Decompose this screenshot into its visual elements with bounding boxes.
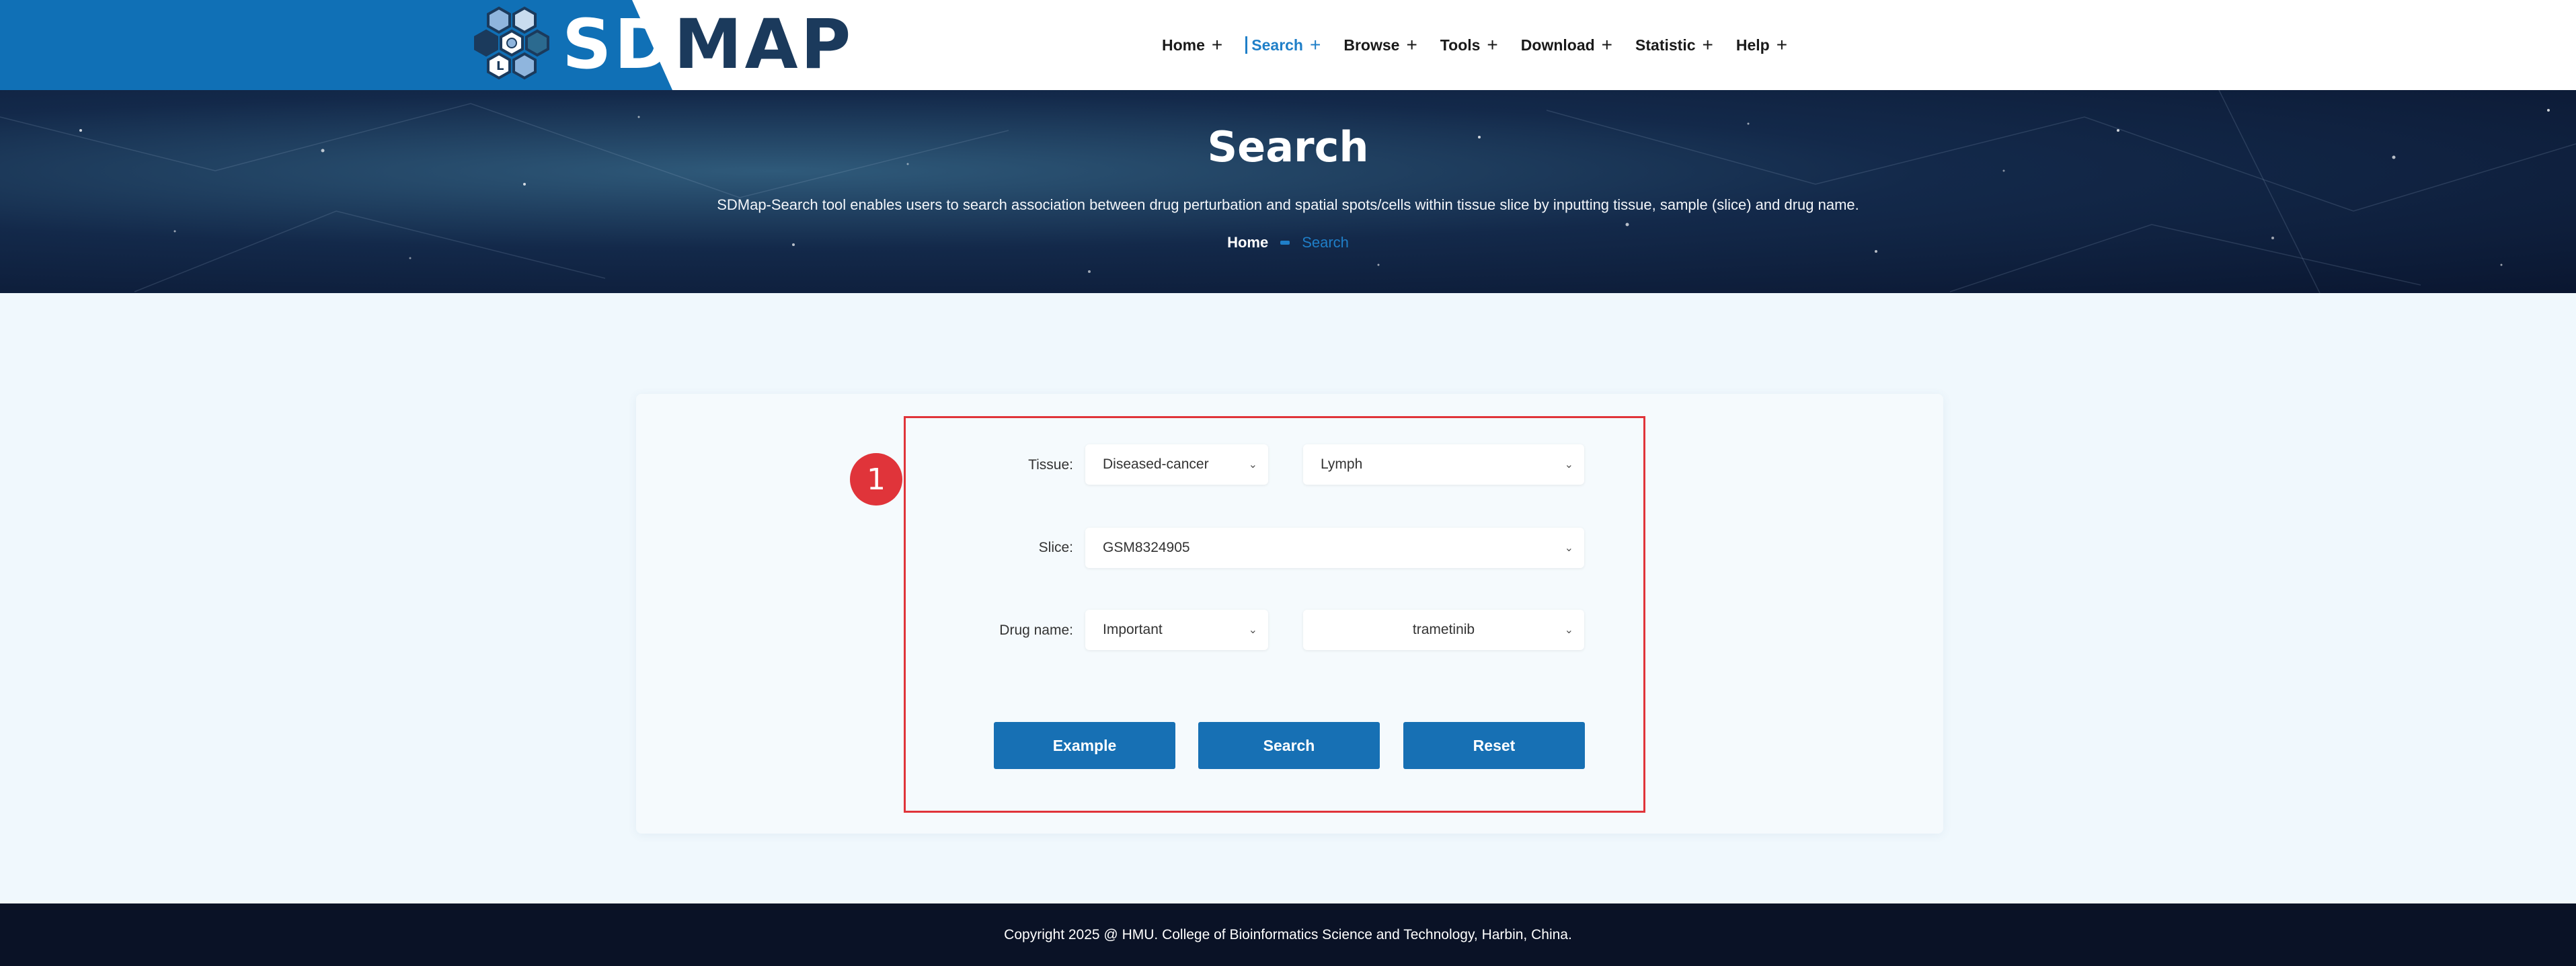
nav-statistic[interactable]: Statistic +	[1635, 34, 1713, 56]
logo-wordmark: SDMAP	[562, 11, 853, 79]
nav-tools[interactable]: Tools +	[1440, 34, 1498, 56]
breadcrumb: Home Search	[0, 234, 2576, 251]
nav-browse[interactable]: Browse +	[1343, 34, 1417, 56]
tissue-label: Tissue:	[1028, 457, 1073, 473]
tissue-type-select[interactable]: Diseased-cancer ⌄	[1085, 444, 1268, 485]
example-button[interactable]: Example	[994, 722, 1175, 769]
plus-icon: +	[1601, 34, 1613, 55]
page-title: Search	[1207, 122, 1369, 171]
tissue-value: Lymph	[1321, 456, 1363, 472]
main-nav: Home + Search + Browse + Tools + Download + S…	[1162, 0, 1810, 90]
tissue-select[interactable]: Lymph ⌄	[1303, 444, 1584, 485]
site-header: L SDMAP Home + Search + Browse + Tools + Dow…	[0, 0, 2576, 90]
chevron-down-icon: ⌄	[1564, 542, 1573, 554]
plus-icon: +	[1309, 34, 1321, 55]
nav-home[interactable]: Home +	[1162, 34, 1222, 56]
nav-browse-label: Browse	[1343, 36, 1400, 54]
tissue-type-value: Diseased-cancer	[1103, 456, 1209, 472]
page-banner: Search SDMap-Search tool enables users t…	[0, 90, 2576, 293]
drug-value: trametinib	[1412, 622, 1475, 637]
plus-icon: +	[1487, 34, 1498, 55]
active-indicator	[1245, 36, 1248, 54]
nav-help[interactable]: Help +	[1736, 34, 1787, 56]
nav-search-label: Search	[1251, 36, 1303, 54]
page-description: SDMap-Search tool enables users to searc…	[717, 196, 1859, 213]
site-footer: Copyright 2025 @ HMU. College of Bioinfo…	[0, 903, 2576, 966]
chevron-down-icon: ⌄	[1564, 459, 1573, 471]
nav-download-label: Download	[1520, 36, 1595, 54]
chevron-down-icon: ⌄	[1564, 625, 1573, 636]
slice-label: Slice:	[1038, 540, 1073, 555]
logo-text-map: MAP	[674, 5, 854, 85]
svg-text:L: L	[496, 59, 504, 73]
breadcrumb-home[interactable]: Home	[1227, 234, 1268, 251]
slice-value: GSM8324905	[1103, 540, 1190, 555]
annotation-badge: 1	[850, 453, 902, 506]
logo-text-sd: SD	[562, 5, 674, 85]
slice-select[interactable]: GSM8324905 ⌄	[1085, 528, 1584, 568]
drug-name-label: Drug name:	[999, 622, 1073, 638]
breadcrumb-current: Search	[1302, 234, 1349, 251]
nav-home-label: Home	[1162, 36, 1205, 54]
plus-icon: +	[1211, 34, 1223, 55]
chevron-down-icon: ⌄	[1248, 459, 1257, 471]
nav-tools-label: Tools	[1440, 36, 1481, 54]
nav-help-label: Help	[1735, 36, 1770, 54]
nav-search[interactable]: Search +	[1245, 34, 1321, 56]
nav-statistic-label: Statistic	[1635, 36, 1696, 54]
plus-icon: +	[1702, 34, 1713, 55]
copyright-text: Copyright 2025 @ HMU. College of Bioinfo…	[1004, 926, 1572, 942]
starfield-background	[0, 90, 2576, 293]
plus-icon: +	[1776, 34, 1788, 55]
drug-category-value: Important	[1103, 622, 1163, 637]
search-button[interactable]: Search	[1198, 722, 1380, 769]
plus-icon: +	[1406, 34, 1417, 55]
hexagon-logo-icon: L	[474, 6, 549, 80]
site-logo[interactable]: L SDMAP	[471, 4, 853, 86]
nav-download[interactable]: Download +	[1521, 34, 1612, 56]
drug-select[interactable]: trametinib ⌄	[1303, 610, 1584, 650]
reset-button[interactable]: Reset	[1403, 722, 1585, 769]
chevron-down-icon: ⌄	[1248, 625, 1257, 636]
drug-category-select[interactable]: Important ⌄	[1085, 610, 1268, 650]
breadcrumb-separator-icon	[1280, 241, 1290, 245]
